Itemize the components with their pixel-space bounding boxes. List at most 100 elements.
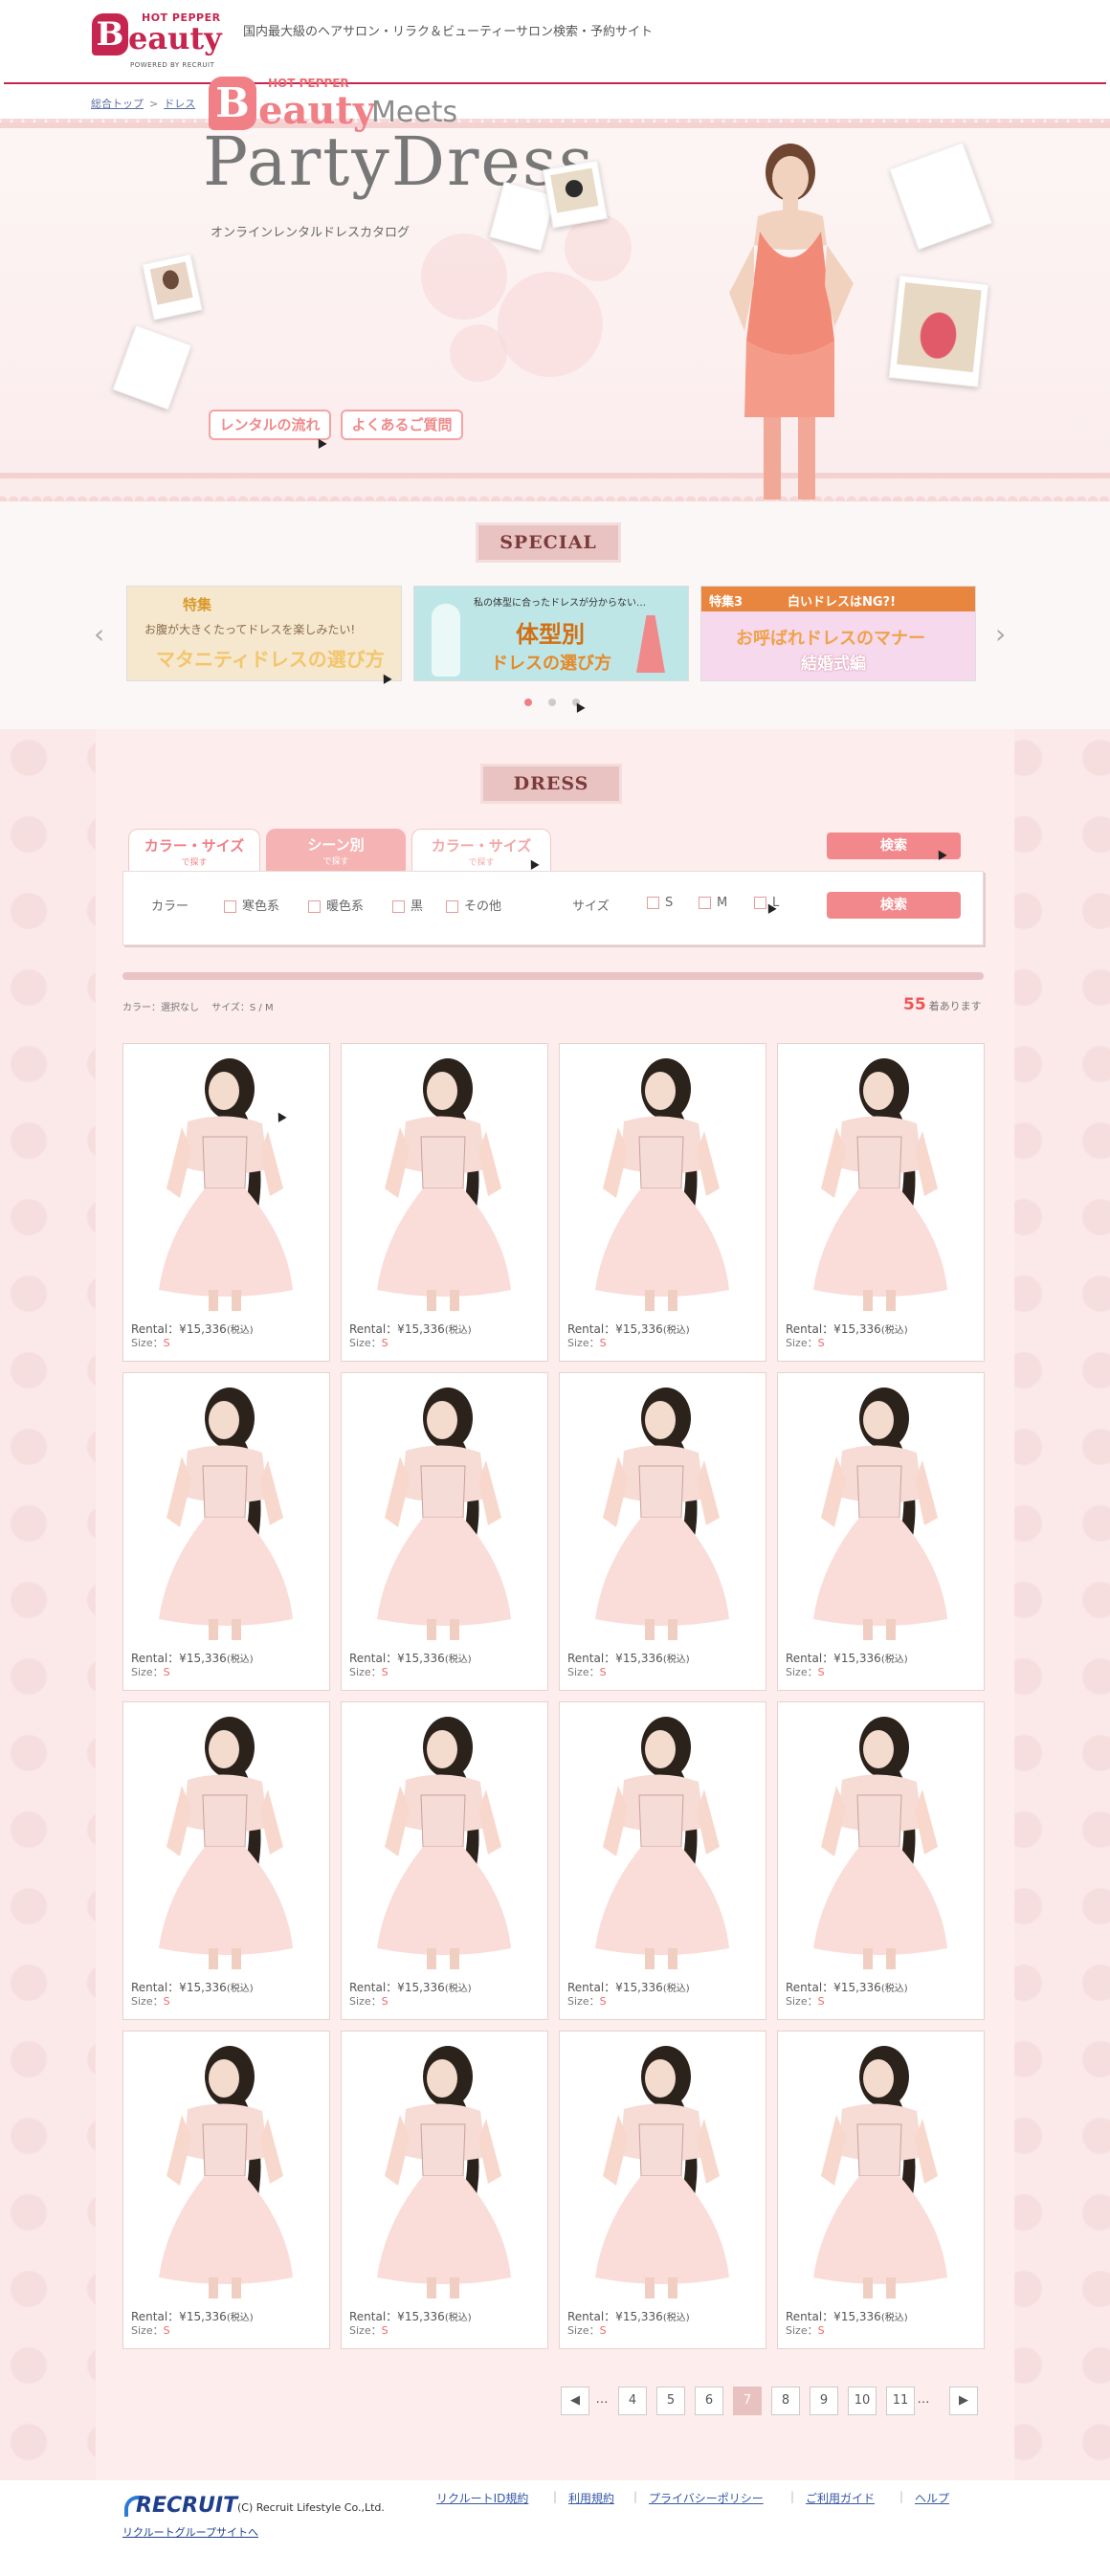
dress-card[interactable]: Rental：¥15,336(税込) Size：S [559, 1043, 766, 1362]
tab-scene[interactable]: シーン別 で探す [266, 829, 406, 871]
breadcrumb-current-link[interactable]: ドレス [164, 98, 195, 110]
dress-image[interactable] [343, 1045, 546, 1311]
tax-text: (税込) [226, 2313, 254, 2323]
dress-card[interactable]: Rental：¥15,336(税込) Size：S [341, 1372, 548, 1691]
price-text: Rental：¥15,336 [349, 2310, 445, 2323]
checkbox[interactable] [647, 897, 659, 909]
dress-image[interactable] [343, 1374, 546, 1640]
prev-page-button[interactable]: ◀ [561, 2387, 589, 2415]
dress-image[interactable] [561, 1045, 765, 1311]
dress-card[interactable]: Rental：¥15,336(税込) Size：S [122, 1043, 330, 1362]
checkbox[interactable] [308, 900, 321, 913]
page-current[interactable]: 7 [733, 2387, 762, 2415]
rental-flow-button[interactable]: レンタルの流れ [209, 410, 331, 440]
hotpepper-beauty-logo[interactable]: HOT PEPPER B eauty POWERED BY RECRUIT [92, 11, 232, 71]
color-option-cool[interactable]: 寒色系 [224, 896, 279, 914]
dress-image[interactable] [561, 2032, 765, 2298]
special-card-body-type[interactable]: 私の体型に合ったドレスが分からない… 体型別 ドレスの選び方 [413, 586, 689, 681]
footer-link-terms[interactable]: 利用規約 [568, 2490, 614, 2506]
size-label: Size： [567, 1337, 600, 1349]
dress-card[interactable]: Rental：¥15,336(税込) Size：S [777, 1701, 985, 2020]
dress-card[interactable]: Rental：¥15,336(税込) Size：S [122, 1372, 330, 1691]
tax-text: (税込) [880, 1325, 908, 1336]
hero-bubble [450, 324, 507, 382]
footer-link-privacy[interactable]: プライバシーポリシー [649, 2490, 764, 2506]
dress-image[interactable] [779, 1374, 983, 1640]
color-option-other[interactable]: その他 [446, 896, 501, 914]
dress-image[interactable] [561, 1703, 765, 1969]
option-label: S [665, 896, 674, 910]
footer-link-guide[interactable]: ご利用ガイド [806, 2490, 875, 2506]
dress-image[interactable] [779, 1703, 983, 1969]
dress-card[interactable]: Rental：¥15,336(税込) Size：S [559, 2031, 766, 2349]
checkbox[interactable] [224, 900, 236, 913]
price-text: Rental：¥15,336 [349, 1322, 445, 1336]
size-option-s[interactable]: S [647, 896, 673, 910]
color-option-black[interactable]: 黒 [392, 896, 423, 914]
dress-size: Size：S [567, 1335, 607, 1350]
faq-button[interactable]: よくあるご質問 [341, 410, 463, 440]
color-option-warm[interactable]: 暖色系 [308, 896, 364, 914]
page-11[interactable]: 11 [886, 2387, 915, 2415]
hero-bottom-lace [0, 490, 1110, 501]
dress-image[interactable] [124, 1374, 328, 1640]
size-label: Size： [786, 1995, 818, 2008]
size-label: Size： [349, 2324, 382, 2337]
page-9[interactable]: 9 [810, 2387, 838, 2415]
dress-heading: DRESS [480, 764, 622, 804]
results-divider [122, 972, 984, 980]
carousel-dot[interactable] [548, 699, 556, 706]
hero-bottom-band [0, 473, 1110, 478]
dress-image[interactable] [343, 2032, 546, 2298]
size-option-m[interactable]: M [699, 896, 727, 910]
dress-image[interactable] [779, 2032, 983, 2298]
dress-card[interactable]: Rental：¥15,336(税込) Size：S [559, 1701, 766, 2020]
dress-card[interactable]: Rental：¥15,336(税込) Size：S [777, 1372, 985, 1691]
page-5[interactable]: 5 [656, 2387, 685, 2415]
price-text: Rental：¥15,336 [567, 1322, 663, 1336]
special-card-white-dress[interactable]: 特集3 白いドレスはNG?! お呼ばれドレスのマナー 結婚式編 [700, 586, 976, 681]
page-6[interactable]: 6 [695, 2387, 723, 2415]
size-value: S [381, 1666, 388, 1678]
footer-link-help[interactable]: ヘルプ [915, 2490, 949, 2506]
dress-card[interactable]: Rental：¥15,336(税込) Size：S [122, 2031, 330, 2349]
page-8[interactable]: 8 [771, 2387, 800, 2415]
dress-size: Size：S [131, 1664, 170, 1679]
dress-image[interactable] [124, 1045, 328, 1311]
size-label: Size： [349, 1666, 382, 1678]
dress-image[interactable] [343, 1703, 546, 1969]
size-value: S [817, 1337, 825, 1349]
search-button[interactable]: 検索 [827, 892, 961, 919]
dress-image[interactable] [561, 1374, 765, 1640]
recruit-logo[interactable]: RECRUIT [136, 2494, 237, 2518]
carousel-dot-active[interactable] [524, 699, 532, 706]
checkbox[interactable] [392, 900, 405, 913]
carousel-prev-icon[interactable]: ‹ [94, 620, 107, 649]
dress-card[interactable]: Rental：¥15,336(税込) Size：S [341, 1701, 548, 2020]
tab-label: カラー・サイズ [431, 837, 532, 855]
price-text: Rental：¥15,336 [131, 1981, 227, 1994]
page-10[interactable]: 10 [848, 2387, 877, 2415]
dress-image[interactable] [124, 2032, 328, 2298]
dress-image[interactable] [779, 1045, 983, 1311]
page-4[interactable]: 4 [618, 2387, 647, 2415]
dress-card[interactable]: Rental：¥15,336(税込) Size：S [341, 1043, 548, 1362]
checkbox[interactable] [446, 900, 458, 913]
breadcrumb-home-link[interactable]: 総合トップ [91, 98, 144, 110]
dress-image[interactable] [124, 1703, 328, 1969]
size-value: S [817, 2324, 825, 2337]
dress-card[interactable]: Rental：¥15,336(税込) Size：S [777, 1043, 985, 1362]
dress-card[interactable]: Rental：¥15,336(税込) Size：S [122, 1701, 330, 2020]
dress-card[interactable]: Rental：¥15,336(税込) Size：S [559, 1372, 766, 1691]
checkbox[interactable] [699, 897, 711, 909]
footer-link-recruit-id[interactable]: リクルートID規約 [436, 2490, 528, 2506]
logo-beauty-text: eauty [128, 20, 222, 56]
dress-card[interactable]: Rental：¥15,336(税込) Size：S [777, 2031, 985, 2349]
tab-color-size-active[interactable]: カラー・サイズ で探す [128, 829, 260, 871]
special-card-maternity[interactable]: 特集 お腹が大きくたってドレスを楽しみたい! マタニティドレスの選び方 [126, 586, 402, 681]
carousel-next-icon[interactable]: › [995, 620, 1009, 649]
next-page-button[interactable]: ▶ [949, 2387, 978, 2415]
group-site-link[interactable]: リクルートグループサイトへ [122, 2524, 258, 2540]
size-label: Size： [567, 1995, 600, 2008]
dress-card[interactable]: Rental：¥15,336(税込) Size：S [341, 2031, 548, 2349]
